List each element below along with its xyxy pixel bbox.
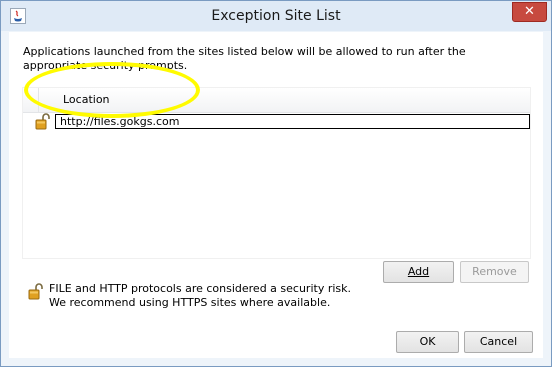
unlocked-padlock-warning-icon xyxy=(28,283,43,300)
close-icon: ✕ xyxy=(524,4,535,19)
warning-line-2: We recommend using HTTPS sites where ava… xyxy=(49,296,331,309)
table-row[interactable]: http://files.gokgs.com xyxy=(23,113,530,130)
title-bar: Exception Site List ✕ xyxy=(1,1,551,31)
column-header-location[interactable]: Location xyxy=(63,93,110,106)
location-value: http://files.gokgs.com xyxy=(60,115,180,128)
remove-button-label: Remove xyxy=(472,265,517,278)
description-text: Applications launched from the sites lis… xyxy=(23,45,466,72)
table-header: Location xyxy=(23,88,530,113)
security-warning: FILE and HTTP protocols are considered a… xyxy=(49,282,351,310)
warning-line-1: FILE and HTTP protocols are considered a… xyxy=(49,282,352,295)
add-button-label: Add xyxy=(407,265,430,278)
dialog-content: Applications launched from the sites lis… xyxy=(9,32,543,358)
window-title: Exception Site List xyxy=(211,8,341,24)
ok-button[interactable]: OK xyxy=(396,331,459,353)
site-list-table[interactable]: Location http://files.gokgs.com xyxy=(22,87,531,259)
header-divider xyxy=(38,88,39,112)
cancel-button[interactable]: Cancel xyxy=(464,331,533,353)
exception-site-list-dialog: Exception Site List ✕ Applications launc… xyxy=(0,0,552,367)
cancel-button-label: Cancel xyxy=(479,335,518,348)
ok-button-label: OK xyxy=(419,335,436,348)
unlocked-padlock-icon xyxy=(35,113,50,130)
close-button[interactable]: ✕ xyxy=(512,2,547,22)
remove-button[interactable]: Remove xyxy=(460,261,529,283)
location-field[interactable]: http://files.gokgs.com xyxy=(55,114,530,129)
add-button[interactable]: Add xyxy=(383,261,454,283)
